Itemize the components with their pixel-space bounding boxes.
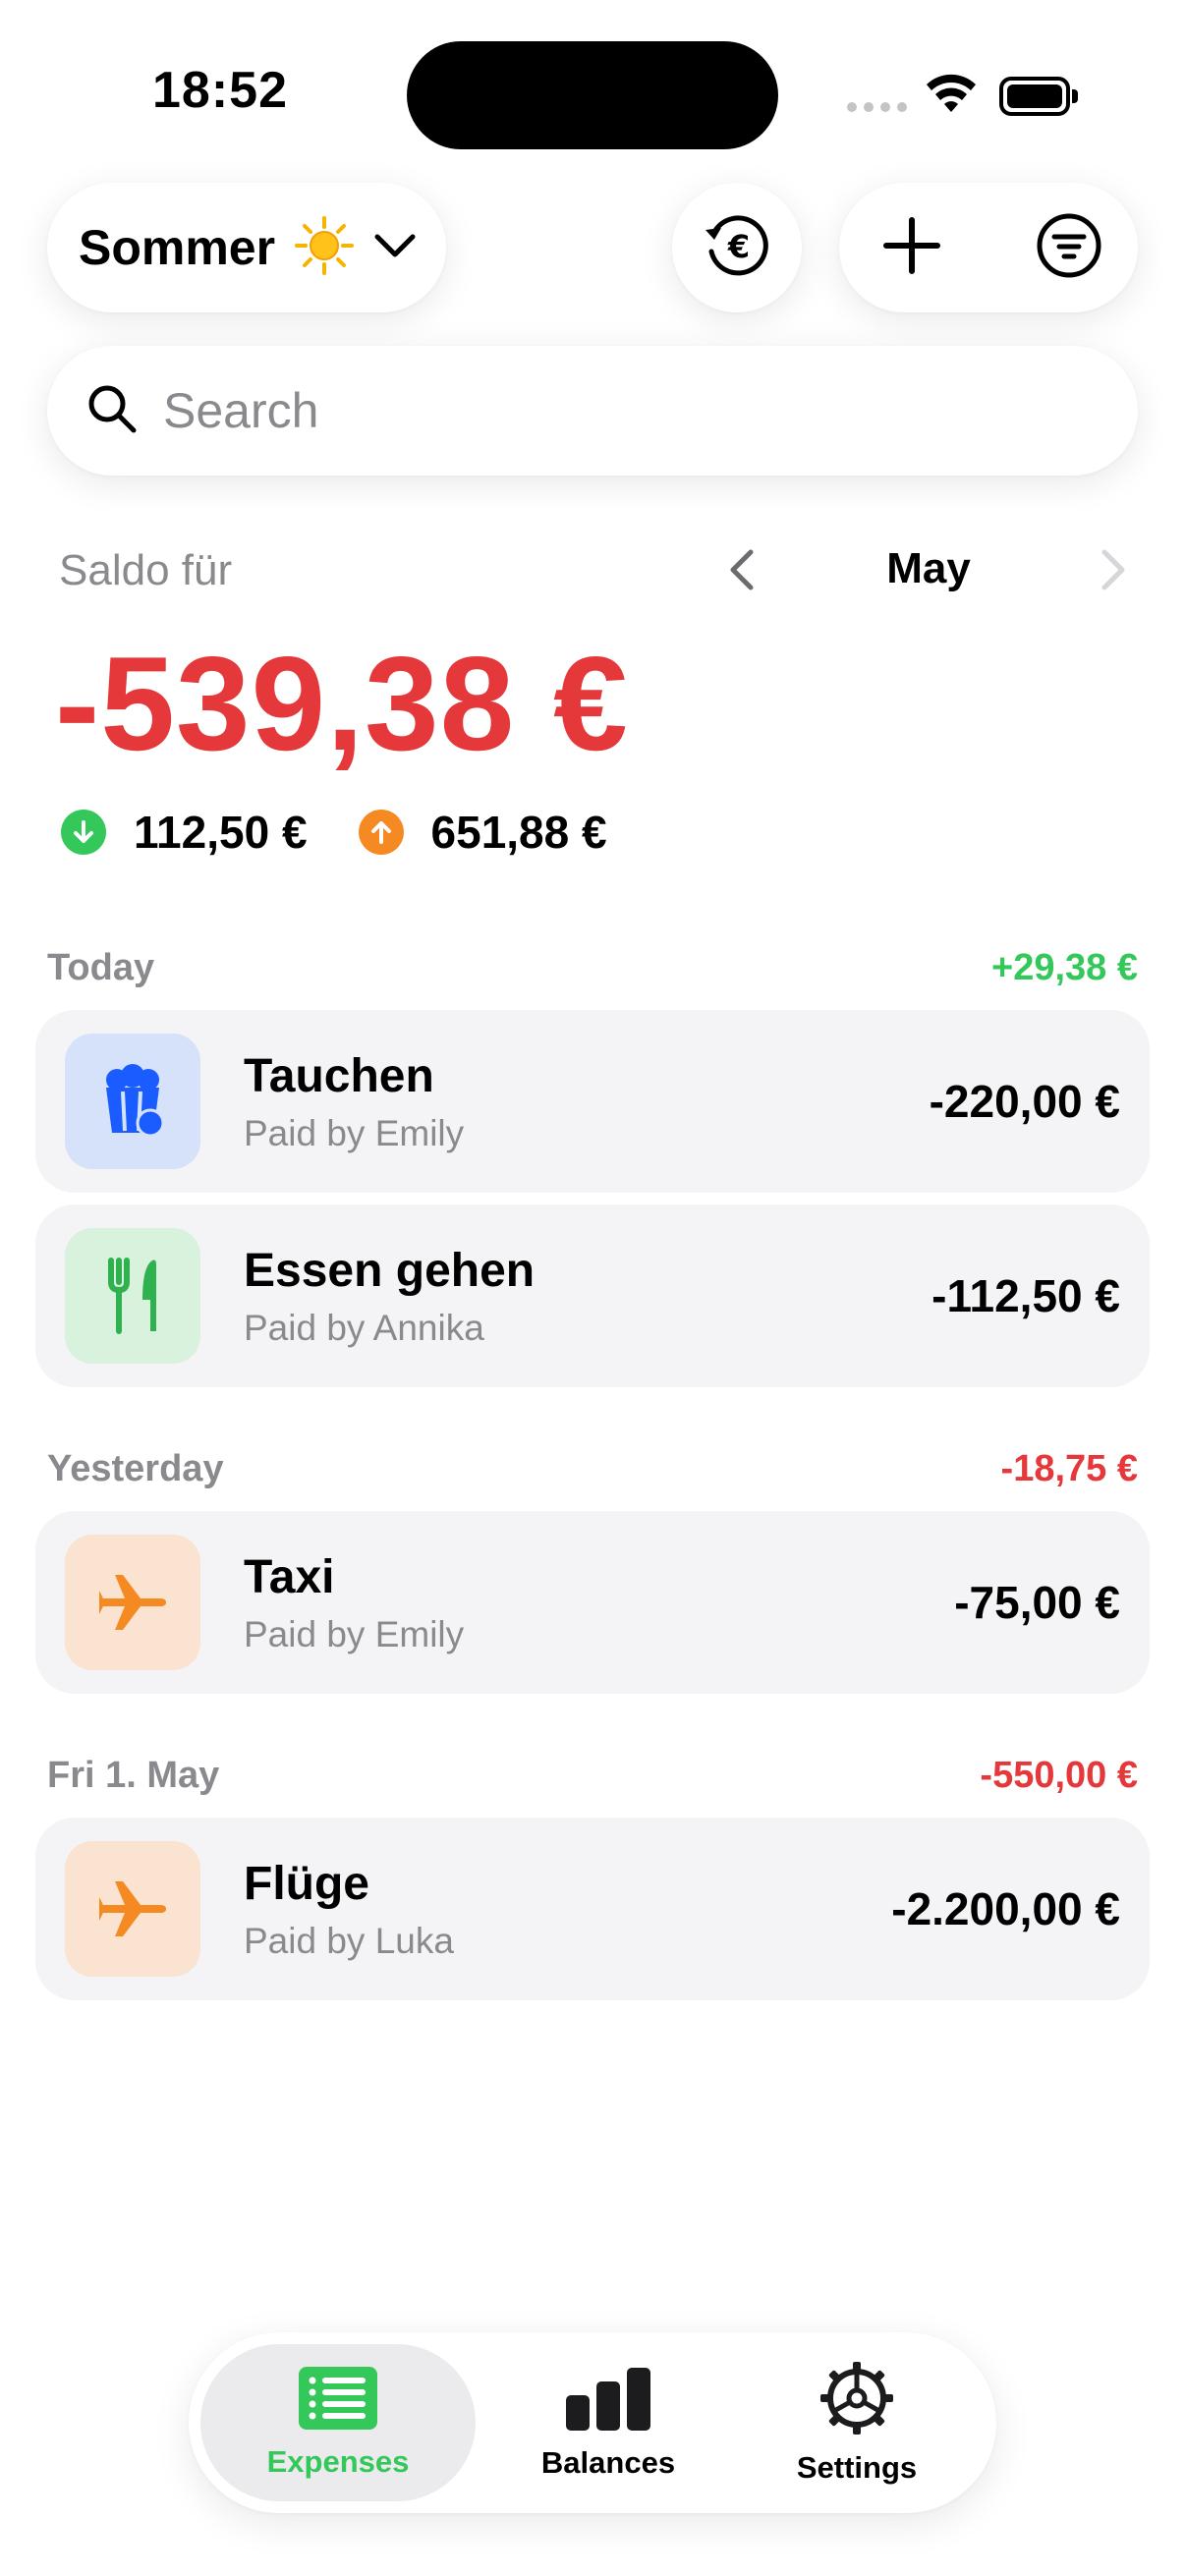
- search-icon: [86, 383, 138, 439]
- airplane-icon: [65, 1535, 200, 1670]
- gear-icon: [819, 2361, 894, 2440]
- trip-selector[interactable]: Sommer: [47, 183, 446, 312]
- cellular-signal-icon: [847, 102, 907, 112]
- expense-payer: Paid by Luka: [244, 1920, 454, 1961]
- trip-name: Sommer: [79, 220, 276, 275]
- bar-chart-icon: [564, 2366, 652, 2436]
- expenses-screen: 18:52 Sommer € Search Saldo für May -539…: [0, 0, 1185, 2576]
- section-label: Yesterday: [47, 1448, 224, 1489]
- arrow-down-icon: [61, 810, 106, 855]
- expense-title: Essen gehen: [244, 1244, 536, 1297]
- tab-settings[interactable]: Settings: [739, 2344, 975, 2501]
- tab-label: Expenses: [266, 2443, 410, 2479]
- section-total: +29,38 €: [991, 947, 1138, 988]
- section-total: -550,00 €: [980, 1755, 1138, 1796]
- expense-item[interactable]: Flüge Paid by Luka -2.200,00 €: [35, 1818, 1150, 2000]
- filter-button[interactable]: [1026, 204, 1112, 291]
- expense-amount: -220,00 €: [929, 1076, 1120, 1127]
- expense-item[interactable]: Essen gehen Paid by Annika -112,50 €: [35, 1204, 1150, 1387]
- currency-history-button[interactable]: €: [672, 183, 802, 312]
- previous-month-button[interactable]: [723, 546, 762, 593]
- expense-item[interactable]: Taxi Paid by Emily -75,00 €: [35, 1511, 1150, 1694]
- airplane-icon: [65, 1841, 200, 1977]
- incoming-amount: 112,50 €: [134, 807, 308, 858]
- tab-expenses[interactable]: Expenses: [200, 2344, 476, 2501]
- expense-payer: Paid by Emily: [244, 1112, 465, 1153]
- wifi-icon: [924, 73, 979, 119]
- balance-total: -539,38 €: [55, 629, 629, 778]
- search-bar[interactable]: [47, 346, 1138, 476]
- expense-title: Taxi: [244, 1550, 335, 1603]
- expense-item[interactable]: Tauchen Paid by Emily -220,00 €: [35, 1010, 1150, 1193]
- outgoing-amount: 651,88 €: [430, 807, 607, 858]
- filter-icon: [1036, 212, 1102, 284]
- section-total: -18,75 €: [1000, 1448, 1138, 1489]
- expense-payer: Paid by Annika: [244, 1307, 484, 1348]
- add-expense-button[interactable]: [869, 204, 955, 291]
- balance-label: Saldo für: [59, 546, 233, 594]
- section-header: Today +29,38 €: [47, 947, 1138, 989]
- tab-bar: Expenses Balances Settings: [189, 2332, 996, 2513]
- expense-title: Tauchen: [244, 1049, 434, 1102]
- income-outgoing-row: 112,50 € 651,88 €: [61, 806, 658, 859]
- chevron-down-icon: [373, 231, 417, 265]
- action-group: [839, 183, 1138, 312]
- popcorn-icon: [65, 1034, 200, 1169]
- expense-payer: Paid by Emily: [244, 1613, 465, 1654]
- expense-amount: -2.200,00 €: [891, 1883, 1120, 1934]
- arrow-up-icon: [358, 810, 404, 855]
- status-time: 18:52: [152, 62, 288, 119]
- tab-label: Settings: [796, 2449, 918, 2485]
- section-label: Fri 1. May: [47, 1755, 220, 1796]
- sun-icon: [293, 214, 356, 282]
- chevron-right-icon: [1101, 549, 1125, 590]
- expense-amount: -75,00 €: [954, 1577, 1120, 1628]
- dynamic-island: [407, 41, 778, 149]
- chevron-left-icon: [730, 549, 754, 590]
- fork-knife-icon: [65, 1228, 200, 1364]
- tab-label: Balances: [540, 2444, 676, 2480]
- section-header: Yesterday -18,75 €: [47, 1448, 1138, 1490]
- plus-icon: [882, 216, 941, 280]
- section-label: Today: [47, 947, 155, 988]
- next-month-button[interactable]: [1093, 546, 1132, 593]
- expense-amount: -112,50 €: [931, 1270, 1120, 1321]
- list-icon: [299, 2366, 377, 2435]
- month-label: May: [886, 544, 971, 592]
- tab-balances[interactable]: Balances: [495, 2344, 721, 2501]
- currency-euro-history-icon: €: [700, 208, 774, 288]
- section-header: Fri 1. May -550,00 €: [47, 1755, 1138, 1797]
- search-input[interactable]: [163, 382, 1047, 439]
- expense-title: Flüge: [244, 1857, 369, 1910]
- svg-text:€: €: [727, 228, 750, 265]
- battery-icon: [999, 77, 1078, 116]
